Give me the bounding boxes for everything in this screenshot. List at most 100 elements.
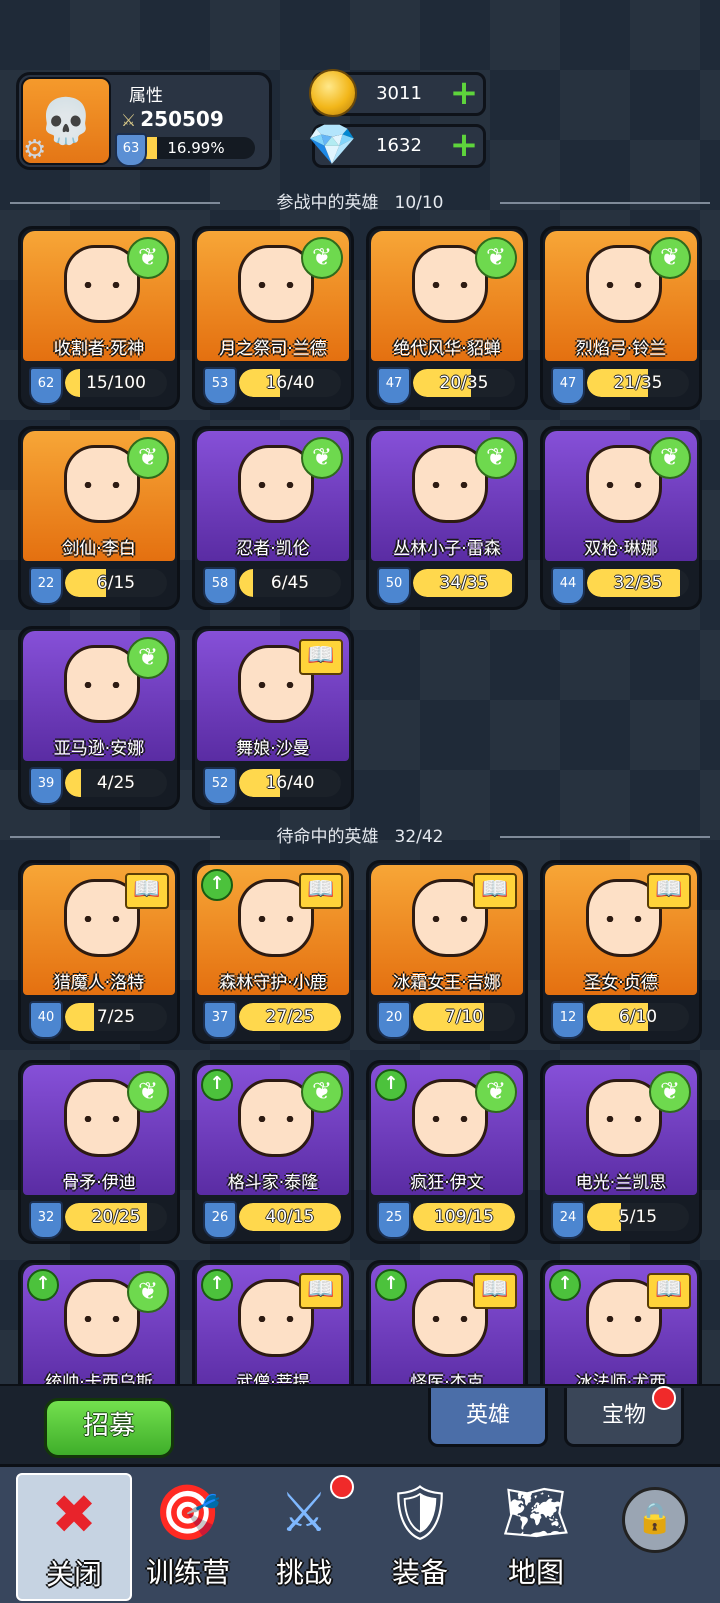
hero-portrait: ❦ 丛林小子·雷森: [371, 431, 523, 561]
hero-shard-progress-bar: 7/10: [413, 1003, 515, 1031]
hero-name: 圣女·贞德: [584, 973, 658, 993]
hero-card[interactable]: ❦ 收割者·死神 62 15/100: [18, 226, 180, 410]
lock-icon: 🔒: [622, 1487, 688, 1553]
hero-shard-progress-bar: 20/25: [65, 1203, 167, 1231]
hero-card[interactable]: ❦ 丛林小子·雷森 50 34/35: [366, 426, 528, 610]
hero-name: 电光·兰凯思: [575, 1173, 667, 1193]
hero-shard-count: 34/35: [439, 573, 489, 593]
upgrade-arrow-icon: ↑: [375, 1269, 407, 1301]
player-profile[interactable]: 💀 ⚙ 属性 ⚔ 250509 16.99% 63: [16, 72, 272, 170]
gem-counter: 💎 1632 +: [307, 123, 486, 168]
nav-locked[interactable]: 🔒: [596, 1473, 708, 1597]
hero-level-badge: 40: [29, 1001, 63, 1039]
hero-card[interactable]: ❦ ↑ 格斗家·泰隆 26 40/15: [192, 1060, 354, 1244]
wing-badge-icon: ❦: [127, 637, 169, 679]
hero-card[interactable]: ❦ 亚马逊·安娜 39 4/25: [18, 626, 180, 810]
hero-card[interactable]: 📖 圣女·贞德 12 6/10: [540, 860, 702, 1044]
hero-name: 舞娘·沙曼: [236, 739, 310, 759]
standby-count: 32/42: [394, 827, 444, 847]
nav-equipment[interactable]: 🛡 装备: [364, 1473, 476, 1597]
hero-shard-count: 40/15: [265, 1207, 315, 1227]
hero-card[interactable]: 📖 ↑ 森林守护·小鹿 37 27/25: [192, 860, 354, 1044]
hero-card[interactable]: 📖 舞娘·沙曼 52 16/40: [192, 626, 354, 810]
hero-shard-count: 5/15: [618, 1207, 658, 1227]
upgrade-arrow-icon: ↑: [201, 1069, 233, 1101]
top-bar: 💀 ⚙ 属性 ⚔ 250509 16.99% 63 3011 + 💎 1632 +: [0, 0, 720, 180]
tab-treasure-label: 宝物: [601, 1403, 646, 1428]
add-gems-button[interactable]: +: [449, 128, 479, 162]
divider: [500, 836, 710, 838]
add-gold-button[interactable]: +: [449, 76, 479, 110]
hero-card[interactable]: 📖 冰霜女王·吉娜 20 7/10: [366, 860, 528, 1044]
hero-portrait: 📖 舞娘·沙曼: [197, 631, 349, 761]
wing-badge-icon: ❦: [475, 1071, 517, 1113]
hero-card[interactable]: ❦ 绝代风华·貂蝉 47 20/35: [366, 226, 528, 410]
hero-shard-count: 32/35: [613, 573, 663, 593]
treasure-notification-dot: [652, 1386, 676, 1410]
tab-heroes[interactable]: 英雄: [428, 1388, 548, 1447]
nav-map[interactable]: 🗺 地图: [480, 1473, 592, 1597]
hero-shard-progress-bar: 4/25: [65, 769, 167, 797]
hero-level-badge: 22: [29, 567, 63, 605]
hero-portrait: 📖 猎魔人·洛特: [23, 865, 175, 995]
hero-portrait: 📖 ↑ 怪医·杰克: [371, 1265, 523, 1395]
standby-title: 待命中的英雄: [276, 827, 379, 847]
hero-portrait: ❦ 剑仙·李白: [23, 431, 175, 561]
recruit-button[interactable]: 招募: [44, 1398, 174, 1458]
gold-coin-icon: [309, 69, 357, 117]
hero-portrait: ❦ ↑ 格斗家·泰隆: [197, 1065, 349, 1195]
book-badge-icon: 📖: [299, 1273, 343, 1309]
wing-badge-icon: ❦: [301, 237, 343, 279]
hero-shard-progress-bar: 40/15: [239, 1203, 341, 1231]
nav-challenge[interactable]: ⚔ 挑战: [248, 1473, 360, 1597]
hero-portrait: ❦ ↑ 统帅·卡西乌斯: [23, 1265, 175, 1395]
hero-shard-progress-bar: 34/35: [413, 569, 515, 597]
hero-shard-count: 27/25: [265, 1007, 315, 1027]
book-badge-icon: 📖: [647, 1273, 691, 1309]
hero-card[interactable]: ❦ 烈焰弓·铃兰 47 21/35: [540, 226, 702, 410]
hero-card[interactable]: ❦ 双枪·琳娜 44 32/35: [540, 426, 702, 610]
wing-badge-icon: ❦: [127, 437, 169, 479]
hero-card[interactable]: ❦ 剑仙·李白 22 6/15: [18, 426, 180, 610]
hero-portrait: ❦ 收割者·死神: [23, 231, 175, 361]
deployed-title: 参战中的英雄: [276, 193, 379, 213]
divider: [500, 202, 710, 204]
book-badge-icon: 📖: [125, 873, 169, 909]
player-level-badge: 63: [115, 133, 147, 167]
hero-level-badge: 26: [203, 1201, 237, 1239]
hero-level-badge: 47: [377, 367, 411, 405]
hero-portrait: ❦ 绝代风华·貂蝉: [371, 231, 523, 361]
hero-level-badge: 62: [29, 367, 63, 405]
wing-badge-icon: ❦: [649, 237, 691, 279]
hero-card[interactable]: ❦ 忍者·凯伦 58 6/45: [192, 426, 354, 610]
close-icon: ✖: [51, 1483, 97, 1546]
nav-close[interactable]: ✖ 关闭: [16, 1473, 132, 1601]
hero-action-bar: 招募 英雄 宝物: [0, 1384, 720, 1468]
nav-close-label: 关闭: [45, 1558, 102, 1591]
hero-shard-count: 20/25: [91, 1207, 141, 1227]
hero-shard-progress-bar: 20/35: [413, 369, 515, 397]
hero-level-badge: 44: [551, 567, 585, 605]
hero-name: 冰霜女王·吉娜: [393, 973, 501, 993]
wing-badge-icon: ❦: [475, 437, 517, 479]
hero-name: 猎魔人·洛特: [53, 973, 145, 993]
hero-card[interactable]: ❦ 电光·兰凯思 24 5/15: [540, 1060, 702, 1244]
hero-portrait: ❦ ↑ 疯狂·伊文: [371, 1065, 523, 1195]
hero-card[interactable]: ❦ 月之祭司·兰德 53 16/40: [192, 226, 354, 410]
hero-card[interactable]: 📖 猎魔人·洛特 40 7/25: [18, 860, 180, 1044]
player-avatar[interactable]: 💀 ⚙: [21, 77, 111, 165]
book-badge-icon: 📖: [647, 873, 691, 909]
hero-name: 绝代风华·貂蝉: [393, 339, 501, 359]
combat-power: ⚔ 250509: [121, 107, 224, 131]
settings-gear-icon[interactable]: ⚙: [23, 135, 46, 165]
hero-shard-progress-bar: 6/15: [65, 569, 167, 597]
book-badge-icon: 📖: [299, 873, 343, 909]
hero-card[interactable]: ❦ ↑ 疯狂·伊文 25 109/15: [366, 1060, 528, 1244]
hero-shard-progress-bar: 32/35: [587, 569, 689, 597]
hero-portrait: ❦ 烈焰弓·铃兰: [545, 231, 697, 361]
wing-badge-icon: ❦: [301, 437, 343, 479]
hero-portrait: ❦ 电光·兰凯思: [545, 1065, 697, 1195]
map-icon: 🗺: [501, 1481, 571, 1544]
nav-training-camp[interactable]: 🎯 训练营: [132, 1473, 244, 1597]
hero-card[interactable]: ❦ 骨矛·伊迪 32 20/25: [18, 1060, 180, 1244]
